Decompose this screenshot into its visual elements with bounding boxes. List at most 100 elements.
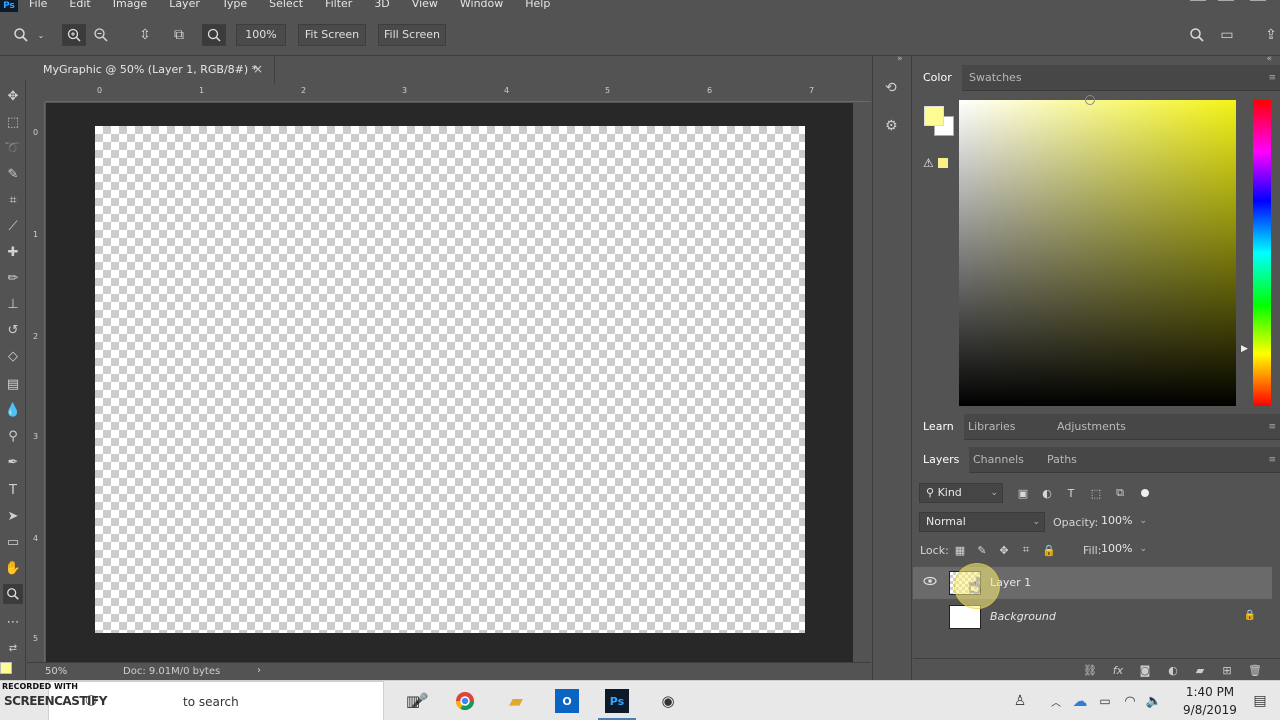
wifi-icon[interactable]: ◠ — [1118, 689, 1142, 713]
menu-edit[interactable]: Edit — [58, 0, 101, 9]
dodge-tool-icon[interactable]: ⚲ — [3, 426, 23, 446]
zoom-tool-preset-icon[interactable] — [12, 26, 30, 44]
eraser-tool-icon[interactable]: ◇ — [3, 346, 23, 366]
tab-libraries[interactable]: Libraries — [958, 414, 1026, 440]
eyedropper-tool-icon[interactable]: ⟋ — [3, 216, 23, 236]
crop-tool-icon[interactable]: ⌗ — [3, 190, 23, 210]
collapse-panels-icon[interactable]: » — [897, 54, 903, 64]
lock-all-icon[interactable]: 🔒 — [1042, 543, 1056, 557]
hue-marker-icon[interactable]: ▶ — [1241, 344, 1248, 354]
layer-mask-icon[interactable]: ◙ — [1138, 663, 1152, 677]
lasso-tool-icon[interactable]: ➰ — [3, 138, 23, 158]
resize-windows-icon[interactable]: ⇳ — [136, 26, 154, 44]
zoom-all-windows-icon[interactable]: ⧉ — [170, 26, 188, 44]
foreground-color-swatch[interactable] — [0, 662, 12, 674]
lock-position-icon[interactable]: ✥ — [997, 543, 1011, 557]
tab-color[interactable]: Color — [913, 65, 962, 91]
eye-hidden-icon[interactable] — [923, 610, 937, 624]
panel-menu-icon[interactable]: ≡ — [1268, 455, 1276, 465]
history-panel-icon[interactable]: ⟲ — [885, 80, 903, 98]
outlook-icon[interactable]: O — [555, 689, 579, 713]
eye-icon[interactable] — [923, 576, 937, 590]
lock-transparent-icon[interactable]: ▦ — [953, 543, 967, 557]
menu-file[interactable]: File — [18, 0, 58, 9]
zoom-100-button[interactable]: 100% — [236, 24, 286, 46]
menu-type[interactable]: Type — [211, 0, 258, 9]
layer-name[interactable]: Background — [990, 610, 1056, 623]
filter-pixel-icon[interactable]: ▣ — [1016, 486, 1030, 500]
hand-tool-icon[interactable]: ✋ — [3, 558, 23, 578]
file-explorer-icon[interactable]: ▰ — [504, 689, 528, 713]
collapse-right-icon[interactable]: « — [1266, 54, 1272, 64]
tab-swatches[interactable]: Swatches — [959, 65, 1032, 91]
menu-3d[interactable]: 3D — [363, 0, 400, 9]
image-canvas[interactable] — [95, 126, 805, 633]
link-layers-icon[interactable]: ⛓ — [1083, 663, 1097, 677]
volume-icon[interactable]: 🔈 — [1142, 689, 1166, 713]
filter-adjustment-icon[interactable]: ◐ — [1040, 486, 1054, 500]
menu-help[interactable]: Help — [514, 0, 561, 9]
path-select-tool-icon[interactable]: ➤ — [3, 506, 23, 526]
tab-learn[interactable]: Learn — [913, 414, 964, 440]
workspace-icon[interactable]: ▭ — [1218, 26, 1236, 44]
fill-screen-button[interactable]: Fill Screen — [378, 24, 446, 46]
filter-toggle-icon[interactable] — [1141, 489, 1149, 497]
task-view-icon[interactable]: ▥ — [401, 689, 425, 713]
tab-channels[interactable]: Channels — [963, 447, 1034, 473]
hue-slider[interactable]: ▶ — [1241, 100, 1271, 406]
blend-mode-dropdown[interactable]: Normal ⌄ — [919, 512, 1045, 532]
color-picker-field[interactable] — [959, 95, 1236, 406]
fill-field[interactable]: 100% ⌄ — [1095, 540, 1151, 560]
gamut-warning-icon[interactable]: ⚠ — [923, 156, 934, 170]
swap-colors-icon[interactable]: ⇄ — [3, 638, 23, 658]
move-tool-icon[interactable]: ✥ — [3, 86, 23, 106]
zoom-out-icon[interactable] — [92, 26, 110, 44]
maximize-button[interactable] — [1218, 0, 1234, 8]
filter-type-icon[interactable]: T — [1064, 486, 1078, 500]
brush-tool-icon[interactable]: ✏ — [3, 268, 23, 288]
fit-screen-button[interactable]: Fit Screen — [298, 24, 366, 46]
layer-style-fx-icon[interactable]: fx — [1111, 663, 1125, 677]
quick-select-tool-icon[interactable]: ✎ — [3, 164, 23, 184]
chrome-icon[interactable] — [453, 689, 477, 713]
clock-time[interactable]: 1:40 PM — [1180, 685, 1240, 699]
menu-select[interactable]: Select — [258, 0, 314, 9]
lock-image-icon[interactable]: ✎ — [975, 543, 989, 557]
filter-smart-object-icon[interactable]: ⧉ — [1113, 486, 1127, 500]
adjustment-layer-icon[interactable]: ◐ — [1166, 663, 1180, 677]
notifications-icon[interactable]: ▤ — [1248, 689, 1272, 713]
minimize-button[interactable] — [1190, 0, 1206, 8]
chevron-down-icon[interactable]: ⌄ — [32, 26, 50, 44]
tab-paths[interactable]: Paths — [1037, 447, 1087, 473]
screen-recorder-icon[interactable]: ◉ — [656, 689, 680, 713]
type-tool-icon[interactable]: T — [3, 480, 23, 500]
new-group-icon[interactable]: ▰ — [1193, 663, 1207, 677]
more-tools-icon[interactable]: ⋯ — [3, 612, 23, 632]
tab-layers[interactable]: Layers — [913, 447, 970, 473]
pen-tool-icon[interactable]: ✒ — [3, 452, 23, 472]
gamut-swatch[interactable] — [938, 158, 948, 168]
search-icon[interactable] — [1188, 26, 1206, 44]
filter-kind-dropdown[interactable]: ⚲ Kind ⌄ — [919, 483, 1003, 503]
opacity-field[interactable]: 100% ⌄ — [1095, 512, 1151, 532]
share-icon[interactable]: ⇪ — [1262, 26, 1280, 44]
menu-view[interactable]: View — [401, 0, 449, 9]
document-tab[interactable]: MyGraphic @ 50% (Layer 1, RGB/8#) * × — [27, 56, 275, 84]
foreground-color[interactable] — [924, 106, 944, 126]
menu-window[interactable]: Window — [449, 0, 514, 9]
lock-artboard-icon[interactable]: ⌗ — [1019, 543, 1033, 557]
new-layer-icon[interactable]: ⊞ — [1220, 663, 1234, 677]
clone-stamp-tool-icon[interactable]: ⊥ — [3, 294, 23, 314]
panel-menu-icon[interactable]: ≡ — [1268, 73, 1276, 83]
properties-panel-icon[interactable]: ⚙ — [885, 118, 903, 136]
history-brush-tool-icon[interactable]: ↺ — [3, 320, 23, 340]
panel-menu-icon[interactable]: ≡ — [1268, 422, 1276, 432]
filter-shape-icon[interactable]: ⬚ — [1089, 486, 1103, 500]
menu-layer[interactable]: Layer — [158, 0, 211, 9]
tab-adjustments[interactable]: Adjustments — [1047, 414, 1136, 440]
zoom-in-button[interactable] — [62, 24, 86, 46]
status-menu-arrow[interactable]: › — [257, 665, 261, 676]
people-icon[interactable]: ♙ — [1008, 689, 1032, 713]
photoshop-taskbar-icon[interactable]: Ps — [605, 689, 629, 713]
gradient-tool-icon[interactable]: ▤ — [3, 374, 23, 394]
